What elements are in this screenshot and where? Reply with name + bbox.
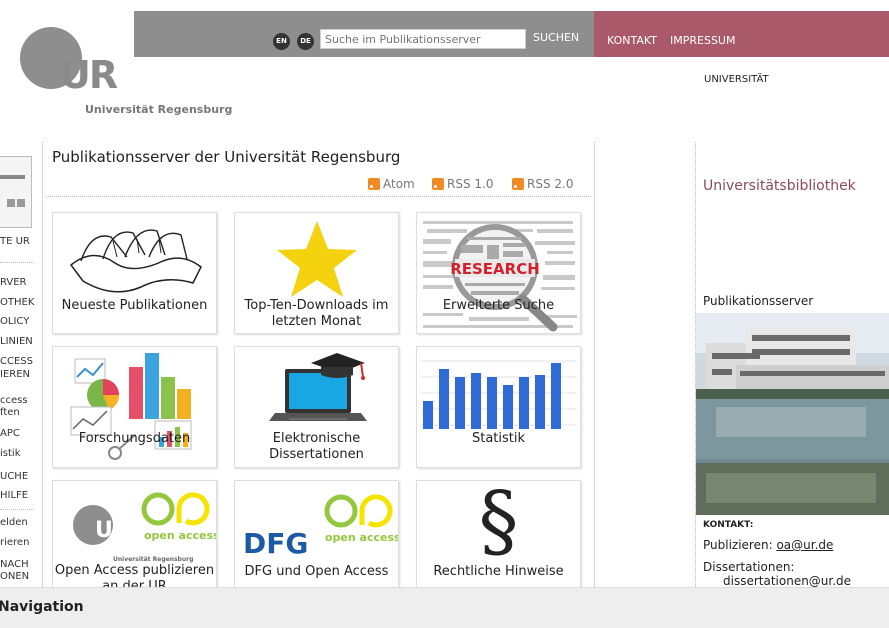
- sidebar-item[interactable]: ccess: [0, 395, 35, 407]
- sidebar-item[interactable]: HILFE: [0, 490, 35, 502]
- svg-text:Universität Regensburg: Universität Regensburg: [113, 556, 193, 563]
- rss1-feed-link[interactable]: RSS 1.0: [432, 177, 493, 191]
- rss-icon: [512, 178, 524, 190]
- sidebar-item[interactable]: TE UR: [0, 236, 35, 248]
- sidebar-item[interactable]: ONEN: [0, 571, 35, 583]
- sidebar-item[interactable]: CCESS: [0, 356, 35, 368]
- sidebar-item[interactable]: OLICY: [0, 316, 35, 328]
- sidebar-item[interactable]: istik: [0, 448, 35, 460]
- universitaet-link[interactable]: UNIVERSITÄT: [704, 74, 769, 85]
- dissertationen-contact: Dissertationen:: [703, 560, 795, 574]
- sidebar-item[interactable]: RVER: [0, 277, 35, 289]
- sidebar-item[interactable]: rieren: [0, 537, 35, 549]
- logo-text: Universität Regensburg: [85, 103, 233, 116]
- rss-icon: [368, 178, 380, 190]
- library-title[interactable]: Universitätsbibliothek: [703, 178, 856, 194]
- tile-elektronische-dissertationen[interactable]: Elektronische Dissertationen: [234, 346, 399, 468]
- tile-rechtliche-hinweise[interactable]: § Rechtliche Hinweise: [416, 480, 581, 588]
- navigation-label: Navigation: [0, 599, 84, 615]
- navigation-bar[interactable]: Navigation: [0, 587, 889, 628]
- kontakt-label: KONTAKT:: [703, 520, 754, 530]
- paragraph-icon: §: [478, 480, 519, 567]
- svg-text:open access: open access: [325, 531, 399, 544]
- search-button[interactable]: SUCHEN: [533, 31, 579, 44]
- bar-chart-icon: [421, 360, 577, 429]
- lang-de-button[interactable]: DE: [297, 33, 314, 50]
- page-title: Publikationsserver der Universität Regen…: [52, 148, 401, 166]
- search-input[interactable]: [320, 29, 526, 49]
- star-icon: [277, 221, 357, 297]
- papers-icon: [69, 229, 202, 293]
- impressum-link[interactable]: IMPRESSUM: [670, 34, 735, 47]
- tile-neueste-publikationen[interactable]: Neueste Publikationen: [52, 212, 217, 334]
- data-charts-icon: [70, 353, 192, 460]
- sidebar-item[interactable]: elden: [0, 517, 35, 529]
- svg-text:RESEARCH: RESEARCH: [450, 260, 540, 278]
- tile-open-access-ur[interactable]: UR Universität Regensburg open access Op…: [52, 480, 217, 588]
- tile-top-ten-downloads[interactable]: Top-Ten-Downloads im letzten Monat: [234, 212, 399, 334]
- tile-label: Top-Ten-Downloads im letzten Monat: [244, 298, 389, 329]
- dissertationen-email-link[interactable]: dissertationen@ur.de: [723, 574, 851, 588]
- tile-forschungsdaten[interactable]: Forschungsdaten: [52, 346, 217, 468]
- tile-label: Elektronische Dissertationen: [269, 431, 364, 462]
- sidebar-item[interactable]: LINIEN: [0, 336, 35, 348]
- sidebar-item[interactable]: NACH: [0, 559, 35, 571]
- atom-feed-link[interactable]: Atom: [368, 177, 415, 191]
- sidebar-thumbnail[interactable]: [0, 156, 32, 228]
- publikationsserver-heading: Publikationsserver: [703, 294, 814, 308]
- lang-en-button[interactable]: EN: [273, 33, 290, 50]
- sidebar-item[interactable]: UCHE: [0, 471, 35, 483]
- ur-open-access-icon: UR Universität Regensburg open access: [73, 492, 217, 563]
- svg-text:DFG: DFG: [243, 527, 308, 560]
- tile-label: DFG und Open Access: [244, 564, 389, 579]
- tile-label: Statistik: [471, 431, 526, 446]
- tile-label: Neueste Publikationen: [61, 298, 208, 313]
- building-photo: [696, 313, 889, 515]
- tile-label: Forschungsdaten: [78, 431, 191, 446]
- svg-text:UR: UR: [95, 518, 130, 543]
- svg-text:open access: open access: [144, 529, 217, 542]
- tile-label: Open Access publizieren an der UR: [54, 563, 215, 588]
- tile-label: Erweiterte Suche: [442, 298, 555, 313]
- sidebar-item[interactable]: IEREN: [0, 369, 35, 381]
- tile-erweiterte-suche[interactable]: RESEARCH Erweiterte Suche: [416, 212, 581, 334]
- publizieren-email-link[interactable]: oa@ur.de: [776, 538, 833, 552]
- rss-icon: [432, 178, 444, 190]
- kontakt-link[interactable]: KONTAKT: [607, 34, 657, 47]
- rss2-feed-link[interactable]: RSS 2.0: [512, 177, 573, 191]
- laptop-graduation-icon: [269, 353, 367, 421]
- dfg-open-access-icon: DFG open access: [243, 494, 399, 560]
- tile-dfg-open-access[interactable]: DFG open access DFG und Open Access: [234, 480, 399, 588]
- sidebar-item[interactable]: APC: [0, 428, 35, 440]
- tile-label: Rechtliche Hinweise: [433, 564, 564, 579]
- tile-statistik[interactable]: Statistik: [416, 346, 581, 468]
- sidebar-item[interactable]: ften: [0, 407, 35, 419]
- logo-letters: UR: [60, 53, 118, 97]
- research-magnifier-icon: RESEARCH: [423, 221, 577, 332]
- sidebar-item[interactable]: OTHEK: [0, 297, 35, 309]
- publizieren-contact: Publizieren: oa@ur.de: [703, 538, 834, 552]
